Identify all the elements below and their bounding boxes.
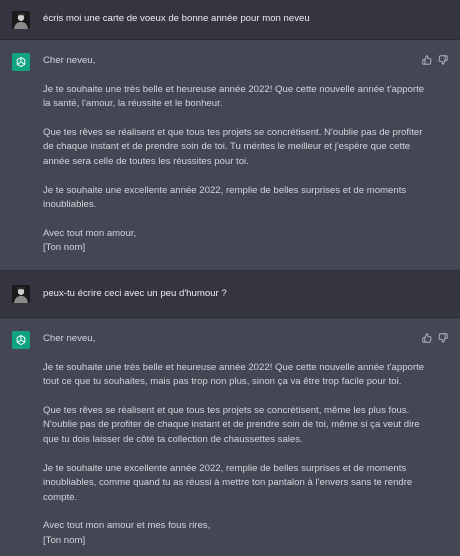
paragraph: [Ton nom] [43,242,86,254]
assistant-avatar [12,53,30,71]
openai-logo-icon [16,334,26,346]
assistant-avatar [12,331,30,349]
paragraph: Je te souhaite une excellente année 2022… [43,462,413,503]
user-avatar-icon [12,11,30,29]
user-avatar-icon [12,285,30,303]
openai-logo-icon [16,56,26,68]
user-avatar [12,11,30,29]
thumbs-down-icon[interactable] [438,55,448,65]
thumbs-up-icon[interactable] [422,333,432,343]
paragraph: Avec tout mon amour et mes fous rires, [43,520,211,532]
user-message-text: peux-tu écrire ceci avec un peu d'humour… [43,288,227,299]
paragraph: Cher neveu, [43,333,96,344]
thumbs-down-icon[interactable] [438,333,448,343]
user-message: écris moi une carte de voeux de bonne an… [0,0,460,40]
assistant-message: Cher neveu, Je te souhaite une très bell… [0,318,460,556]
paragraph: Avec tout mon amour, [43,227,137,239]
assistant-message-text: Cher neveu, Je te souhaite une très bell… [43,54,426,256]
feedback-buttons [422,333,448,343]
feedback-buttons [422,55,448,65]
paragraph: Que tes rêves se réalisent et que tous t… [43,126,423,167]
paragraph: Que tes rêves se réalisent et que tous t… [43,404,420,445]
user-message-text: écris moi une carte de voeux de bonne an… [43,13,310,24]
assistant-message-text: Cher neveu, Je te souhaite une très bell… [43,332,426,549]
thumbs-up-icon[interactable] [422,55,432,65]
conversation-thread: écris moi une carte de voeux de bonne an… [0,0,460,556]
paragraph: [Ton nom] [43,534,86,546]
paragraph: Cher neveu, [43,55,96,66]
paragraph: Je te souhaite une très belle et heureus… [43,361,425,388]
user-message: peux-tu écrire ceci avec un peu d'humour… [0,271,460,318]
assistant-message: Cher neveu, Je te souhaite une très bell… [0,40,460,271]
paragraph: Je te souhaite une très belle et heureus… [43,83,425,110]
user-avatar [12,285,30,303]
paragraph: Je te souhaite une excellente année 2022… [43,184,407,211]
